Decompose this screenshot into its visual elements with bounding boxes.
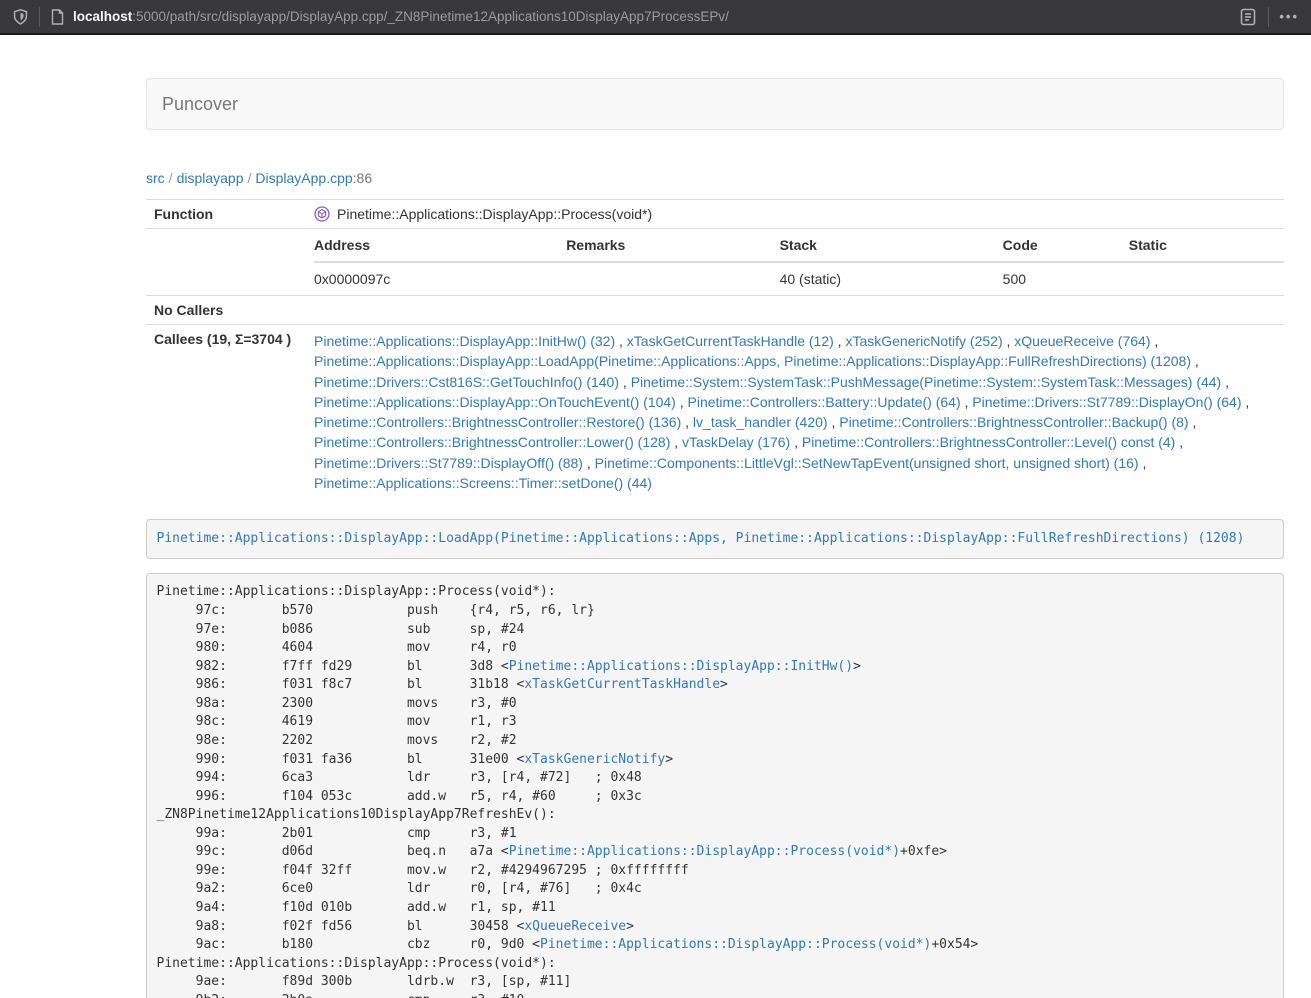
breadcrumb-link[interactable]: displayapp: [177, 170, 244, 186]
callee-link[interactable]: Pinetime::Controllers::BrightnessControl…: [802, 434, 1175, 450]
asm-symbol-link[interactable]: Pinetime::Applications::DisplayApp::Proc…: [509, 844, 900, 859]
asm-symbol-link[interactable]: xQueueReceive: [524, 919, 626, 934]
browser-toolbar: localhost:5000/path/src/displayapp/Displ…: [0, 0, 1311, 35]
callee-link[interactable]: Pinetime::Applications::Screens::Timer::…: [314, 475, 652, 491]
callee-link[interactable]: vTaskDelay (176): [682, 434, 790, 450]
callee-separator: ,: [619, 374, 631, 390]
col-code: Code: [1003, 229, 1129, 262]
callee-link[interactable]: Pinetime::Components::LittleVgl::SetNewT…: [595, 455, 1139, 471]
callee-link[interactable]: xTaskGetCurrentTaskHandle (12): [627, 333, 834, 349]
callee-link[interactable]: Pinetime::System::SystemTask::PushMessag…: [631, 374, 1222, 390]
tracking-protection-shield-icon[interactable]: [12, 8, 29, 26]
callee-link[interactable]: Pinetime::Controllers::BrightnessControl…: [839, 414, 1188, 430]
url-host: localhost: [73, 9, 132, 24]
app-navbar: Puncover: [146, 78, 1284, 130]
url-bar[interactable]: localhost:5000/path/src/displayapp/Displ…: [50, 9, 1238, 25]
col-static: Static: [1129, 229, 1284, 262]
brand-link[interactable]: Puncover: [147, 79, 253, 129]
callees-list: Pinetime::Applications::DisplayApp::Init…: [306, 325, 1284, 500]
callees-label: Callees (19, Σ=3704 ): [146, 325, 306, 500]
breadcrumb-separator: /: [165, 170, 177, 186]
address-value: 0x0000097c: [314, 262, 566, 295]
callee-separator: ,: [1003, 333, 1015, 349]
callee-link[interactable]: Pinetime::Controllers::BrightnessControl…: [314, 434, 670, 450]
function-name: Pinetime::Applications::DisplayApp::Proc…: [337, 206, 652, 222]
callee-link[interactable]: Pinetime::Drivers::St7789::DisplayOn() (…: [972, 394, 1241, 410]
asm-symbol-link[interactable]: Pinetime::Applications::DisplayApp::Proc…: [540, 937, 931, 952]
callee-separator: ,: [834, 333, 846, 349]
asm-symbol-link[interactable]: xTaskGenericNotify: [524, 752, 665, 767]
callee-separator: ,: [1221, 374, 1229, 390]
table-row: Function Pinetime::Applications::Display…: [146, 200, 1284, 229]
col-remarks: Remarks: [566, 229, 779, 262]
asm-symbol-link[interactable]: xTaskGetCurrentTaskHandle: [524, 677, 720, 692]
breadcrumb-link[interactable]: DisplayApp.cpp: [255, 170, 352, 186]
callee-link[interactable]: Pinetime::Drivers::St7789::DisplayOff() …: [314, 455, 583, 471]
col-stack: Stack: [780, 229, 1003, 262]
callee-separator: ,: [1189, 414, 1197, 430]
static-value: [1129, 262, 1284, 295]
no-callers-label: No Callers: [146, 296, 306, 325]
page-icon: [50, 9, 65, 25]
callee-link[interactable]: Pinetime::Applications::DisplayApp::OnTo…: [314, 394, 676, 410]
col-address: Address: [314, 229, 566, 262]
table-row: No Callers: [146, 296, 1284, 325]
callee-link[interactable]: Pinetime::Applications::DisplayApp::Init…: [314, 333, 615, 349]
function-label: Function: [146, 200, 306, 229]
code-value: 500: [1003, 262, 1129, 295]
callee-link[interactable]: Pinetime::Drivers::Cst816S::GetTouchInfo…: [314, 374, 619, 390]
callee-separator: ,: [1150, 333, 1158, 349]
selected-callee-box: Pinetime::Applications::DisplayApp::Load…: [146, 519, 1284, 559]
callee-link[interactable]: xTaskGenericNotify (252): [845, 333, 1002, 349]
breadcrumb-separator: /: [244, 170, 256, 186]
callee-separator: ,: [676, 394, 688, 410]
table-row: 0x0000097c 40 (static) 500: [314, 262, 1284, 295]
callee-link[interactable]: xQueueReceive (764): [1014, 333, 1150, 349]
selected-callee-link[interactable]: Pinetime::Applications::DisplayApp::Load…: [157, 531, 1245, 546]
overflow-menu-icon[interactable]: •••: [1279, 9, 1299, 24]
callee-link[interactable]: Pinetime::Applications::DisplayApp::Load…: [314, 353, 1191, 369]
reader-view-icon[interactable]: [1238, 7, 1258, 27]
callee-separator: ,: [1175, 434, 1183, 450]
callee-link[interactable]: Pinetime::Controllers::BrightnessControl…: [314, 414, 681, 430]
cube-icon: [314, 206, 330, 222]
table-row: Address Remarks Stack Code Static 0x0000…: [146, 229, 1284, 296]
address-table: Address Remarks Stack Code Static 0x0000…: [314, 229, 1284, 295]
asm-symbol-link[interactable]: Pinetime::Applications::DisplayApp::Init…: [509, 659, 853, 674]
stack-value: 40 (static): [780, 262, 1003, 295]
callee-link[interactable]: lv_task_handler (420): [693, 414, 828, 430]
breadcrumb-link[interactable]: src: [146, 170, 165, 186]
function-summary-table: Function Pinetime::Applications::Display…: [146, 199, 1284, 499]
toolbar-divider: [39, 7, 40, 27]
callee-separator: ,: [681, 414, 693, 430]
url-path: :5000/path/src/displayapp/DisplayApp.cpp…: [132, 9, 729, 24]
callee-separator: ,: [615, 333, 627, 349]
callee-separator: ,: [670, 434, 682, 450]
callee-separator: ,: [1191, 353, 1199, 369]
disassembly-block: Pinetime::Applications::DisplayApp::Proc…: [146, 573, 1284, 998]
callee-separator: ,: [828, 414, 840, 430]
toolbar-divider: [1268, 7, 1269, 27]
callee-separator: ,: [1139, 455, 1147, 471]
breadcrumb-line-number: :86: [353, 170, 372, 186]
breadcrumb: src/displayapp/DisplayApp.cpp:86: [146, 170, 1284, 186]
callee-separator: ,: [1242, 394, 1250, 410]
url-text: localhost:5000/path/src/displayapp/Displ…: [73, 9, 729, 24]
callee-separator: ,: [583, 455, 595, 471]
callee-separator: ,: [961, 394, 973, 410]
table-row: Callees (19, Σ=3704 ) Pinetime::Applicat…: [146, 325, 1284, 500]
callee-separator: ,: [790, 434, 802, 450]
callee-link[interactable]: Pinetime::Controllers::Battery::Update()…: [688, 394, 961, 410]
remarks-value: [566, 262, 779, 295]
